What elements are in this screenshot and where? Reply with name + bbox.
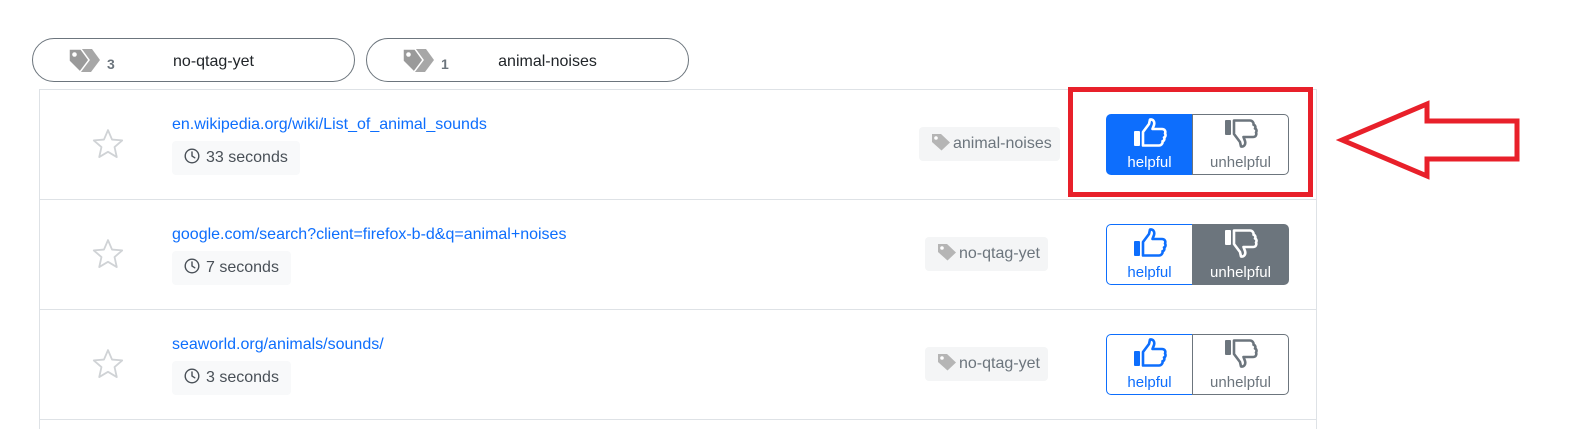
- helpful-button[interactable]: helpful: [1106, 334, 1193, 395]
- result-tag: no-qtag-yet: [925, 347, 1048, 381]
- result-tag-label: no-qtag-yet: [959, 245, 1040, 262]
- duration-text: 7 seconds: [206, 259, 279, 276]
- tag-filter-label: animal-noises: [498, 53, 597, 70]
- annotation-highlight-box: [1068, 87, 1313, 197]
- annotation-arrow-icon: [1335, 100, 1522, 185]
- thumbs-down-icon: [1223, 338, 1259, 372]
- clock-icon: [184, 257, 200, 279]
- result-url-link[interactable]: google.com/search?client=firefox-b-d&q=a…: [172, 226, 566, 244]
- star-outline-icon[interactable]: [91, 128, 125, 165]
- thumbs-down-icon: [1223, 228, 1259, 262]
- tag-filter-animal-noises[interactable]: 1 animal-noises: [366, 38, 689, 82]
- helpful-label: helpful: [1127, 374, 1172, 391]
- duration-badge: 3 seconds: [172, 361, 291, 395]
- duration-text: 33 seconds: [206, 149, 288, 166]
- result-tag: animal-noises: [919, 127, 1060, 161]
- tag-icon: [937, 353, 957, 376]
- result-url-link[interactable]: en.wikipedia.org/wiki/List_of_animal_sou…: [172, 116, 487, 134]
- vote-button-group: helpful unhelpful: [1106, 224, 1289, 285]
- helpful-label: helpful: [1127, 264, 1172, 281]
- thumbs-up-icon: [1132, 228, 1168, 262]
- helpful-button[interactable]: helpful: [1106, 224, 1193, 285]
- clock-icon: [184, 147, 200, 169]
- clock-icon: [184, 367, 200, 389]
- tag-icon: [931, 133, 951, 156]
- tag-icon: [937, 243, 957, 266]
- result-tag-label: animal-noises: [953, 135, 1052, 152]
- result-tag-label: no-qtag-yet: [959, 355, 1040, 372]
- result-url-link[interactable]: seaworld.org/animals/sounds/: [172, 336, 384, 354]
- result-tag: no-qtag-yet: [925, 237, 1048, 271]
- unhelpful-button[interactable]: unhelpful: [1192, 334, 1289, 395]
- thumbs-up-icon: [1132, 338, 1168, 372]
- unhelpful-label: unhelpful: [1210, 264, 1271, 281]
- vote-button-group: helpful unhelpful: [1106, 334, 1289, 395]
- tag-filter-no-qtag-yet[interactable]: 3 no-qtag-yet: [32, 38, 355, 82]
- star-outline-icon[interactable]: [91, 348, 125, 385]
- unhelpful-label: unhelpful: [1210, 374, 1271, 391]
- list-item: google.com/search?client=firefox-b-d&q=a…: [40, 200, 1316, 310]
- tag-filter-bar: 3 no-qtag-yet 1 animal-noises: [32, 38, 689, 82]
- duration-text: 3 seconds: [206, 369, 279, 386]
- tag-filter-label: no-qtag-yet: [173, 53, 254, 70]
- duration-badge: 7 seconds: [172, 251, 291, 285]
- unhelpful-button[interactable]: unhelpful: [1192, 224, 1289, 285]
- star-outline-icon[interactable]: [91, 238, 125, 275]
- duration-badge: 33 seconds: [172, 141, 300, 175]
- list-item: seaworld.org/animals/sounds/ 3 seconds n…: [40, 310, 1316, 420]
